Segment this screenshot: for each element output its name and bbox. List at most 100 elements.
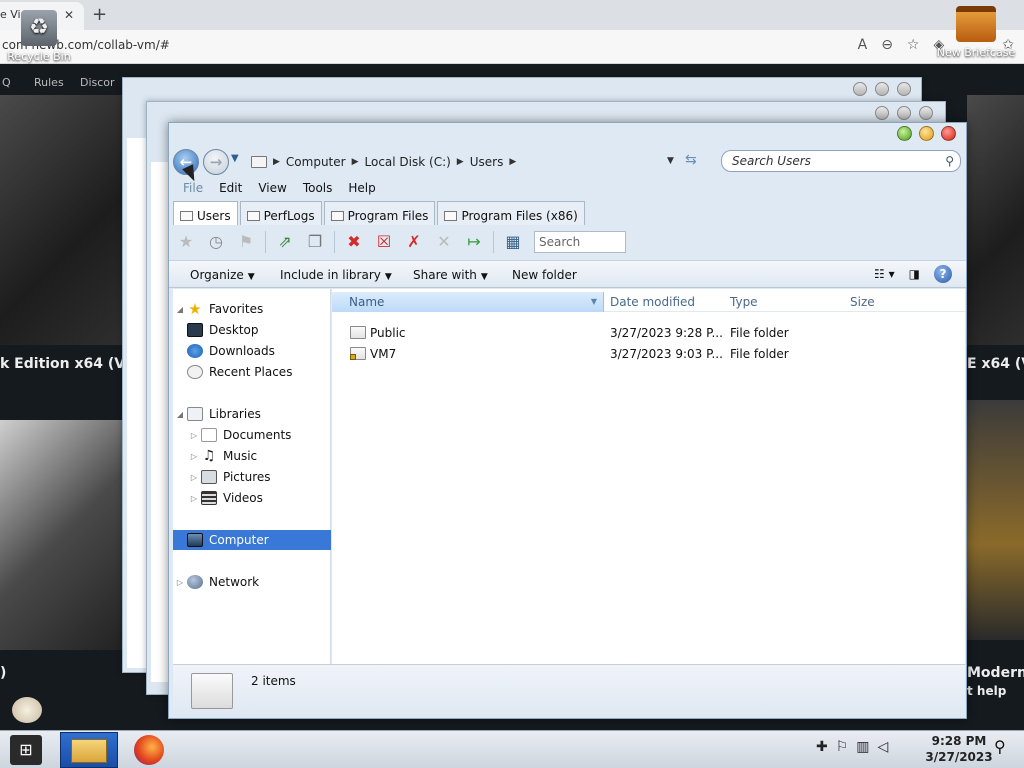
menu-help[interactable]: Help: [340, 179, 383, 199]
taskbar-explorer[interactable]: [60, 732, 118, 768]
disabled-action-icon[interactable]: ✕: [431, 230, 457, 254]
nav-libraries[interactable]: ◢ Libraries: [173, 404, 331, 424]
delete-file-icon[interactable]: ☒: [371, 230, 397, 254]
menu-view[interactable]: View: [250, 179, 294, 199]
breadcrumb[interactable]: ▶ Computer ▶ Local Disk (C:) ▶ Users ▶: [251, 151, 711, 173]
breadcrumb-computer[interactable]: Computer: [286, 155, 346, 169]
collapse-icon[interactable]: ▷: [187, 473, 201, 482]
vm-title[interactable]: Modern C: [967, 665, 1024, 681]
include-in-library-button[interactable]: Include in library ▼: [280, 268, 392, 282]
preview-pane-icon[interactable]: ◨: [909, 267, 920, 281]
maximize-icon[interactable]: [875, 82, 889, 96]
search-icon[interactable]: ⚲: [994, 737, 1006, 756]
expand-icon[interactable]: ◢: [173, 305, 187, 314]
close-icon[interactable]: [897, 82, 911, 96]
nav-recent-places[interactable]: Recent Places: [173, 362, 331, 382]
file-row-vm7[interactable]: VM7 3/27/2023 9:03 P... File folder: [332, 344, 965, 364]
collapse-icon[interactable]: ▷: [187, 452, 201, 461]
read-aloud-icon[interactable]: A: [858, 37, 868, 53]
new-briefcase[interactable]: New Briefcase: [934, 6, 1018, 59]
favorite-star-icon[interactable]: ★: [173, 230, 199, 254]
zoom-icon[interactable]: ⊖: [881, 37, 893, 53]
tab-users[interactable]: Users: [173, 201, 238, 225]
nav-computer[interactable]: Computer: [173, 530, 331, 550]
volume-muted-icon[interactable]: ◁: [878, 739, 889, 755]
collapse-icon[interactable]: ▷: [187, 431, 201, 440]
nav-documents[interactable]: ▷ Documents: [173, 425, 331, 445]
vm-thumbnail[interactable]: [967, 95, 1024, 345]
bookmark-icon[interactable]: ⚑: [233, 230, 259, 254]
menu-tools[interactable]: Tools: [295, 179, 341, 199]
nav-desktop[interactable]: Desktop: [173, 320, 331, 340]
search-input[interactable]: Search Users ⚲: [721, 150, 961, 172]
firefox-icon[interactable]: [134, 735, 164, 765]
start-button[interactable]: ⊞: [10, 735, 42, 765]
recycle-bin[interactable]: ♻ Recycle Bin: [4, 10, 74, 63]
breadcrumb-users[interactable]: Users: [470, 155, 504, 169]
forward-button[interactable]: →: [203, 149, 229, 175]
toolbar-search-input[interactable]: Search: [534, 231, 626, 253]
column-name[interactable]: Name ▼: [332, 292, 604, 312]
breadcrumb-local-disk[interactable]: Local Disk (C:): [365, 155, 451, 169]
column-date-modified[interactable]: Date modified: [610, 292, 695, 312]
vm-thumbnail[interactable]: [967, 400, 1024, 640]
copy-icon[interactable]: ❐: [302, 230, 328, 254]
new-folder-button[interactable]: New folder: [512, 268, 577, 282]
move-out-icon[interactable]: ↦: [461, 230, 487, 254]
organize-button[interactable]: Organize ▼: [190, 268, 255, 282]
minimize-icon[interactable]: [853, 82, 867, 96]
network-tray-icon[interactable]: ▥: [856, 739, 869, 755]
nav-favorites[interactable]: ◢ ★ Favorites: [173, 299, 331, 319]
column-type[interactable]: Type: [730, 292, 758, 312]
delete-icon[interactable]: ✖: [341, 230, 367, 254]
maximize-button[interactable]: [919, 126, 934, 141]
address-dropdown[interactable]: ▼: [667, 156, 674, 166]
vm-title[interactable]: ): [0, 665, 6, 681]
minimize-button[interactable]: [897, 126, 912, 141]
tab-program-files[interactable]: Program Files: [323, 201, 436, 225]
close-button[interactable]: [941, 126, 956, 141]
expand-icon[interactable]: ◢: [173, 410, 187, 419]
address-row: ← → ▼ ▶ Computer ▶ Local Disk (C:) ▶ Use…: [169, 147, 966, 177]
nav-music[interactable]: ▷ ♫ Music: [173, 446, 331, 466]
nav-network[interactable]: ▷ Network: [173, 572, 331, 592]
site-nav-rules[interactable]: Rules: [34, 76, 64, 89]
layout-icon[interactable]: ▦: [500, 230, 526, 254]
new-tab-button[interactable]: +: [92, 4, 107, 25]
vm-thumbnail[interactable]: [0, 95, 122, 345]
share-with-button[interactable]: Share with ▼: [413, 268, 488, 282]
change-view-icon[interactable]: ☷ ▾: [874, 267, 895, 281]
site-nav-faq[interactable]: Q: [2, 76, 11, 89]
nav-videos[interactable]: ▷ Videos: [173, 488, 331, 508]
history-icon[interactable]: ◷: [203, 230, 229, 254]
tab-program-files-x86[interactable]: Program Files (x86): [437, 201, 585, 225]
maximize-icon[interactable]: [897, 106, 911, 120]
show-hidden-icons-icon[interactable]: ✚: [816, 739, 828, 755]
file-row-public[interactable]: Public 3/27/2023 9:28 P... File folder: [332, 323, 965, 343]
menu-edit[interactable]: Edit: [211, 179, 250, 199]
action-center-flag-icon[interactable]: ⚐: [836, 739, 849, 755]
site-nav-discord[interactable]: Discor: [80, 76, 115, 89]
system-clock[interactable]: 9:28 PM 3/27/2023: [922, 733, 996, 765]
minimize-icon[interactable]: [875, 106, 889, 120]
recycle-bin-label: Recycle Bin: [7, 50, 71, 63]
column-size[interactable]: Size: [850, 292, 875, 312]
column-headers: Name ▼ Date modified Type Size: [332, 292, 965, 312]
move-icon[interactable]: ⇗: [272, 230, 298, 254]
favorite-icon[interactable]: ☆: [907, 37, 920, 53]
help-icon[interactable]: ?: [934, 265, 952, 283]
menu-file[interactable]: File: [175, 179, 211, 199]
nav-pictures[interactable]: ▷ Pictures: [173, 467, 331, 487]
nav-downloads[interactable]: Downloads: [173, 341, 331, 361]
recent-pages-dropdown[interactable]: ▼: [231, 153, 239, 164]
vm-title[interactable]: E x64 (VM: [967, 356, 1024, 372]
search-icon[interactable]: ⚲: [945, 154, 954, 168]
tab-perflogs[interactable]: PerfLogs: [239, 201, 322, 225]
vm-thumbnail[interactable]: [0, 420, 122, 650]
vm-title[interactable]: k Edition x64 (VM: [0, 356, 139, 372]
delete-all-icon[interactable]: ✗: [401, 230, 427, 254]
collapse-icon[interactable]: ▷: [187, 494, 201, 503]
close-icon[interactable]: [919, 106, 933, 120]
refresh-icon[interactable]: ⇆: [685, 152, 697, 168]
collapse-icon[interactable]: ▷: [173, 578, 187, 587]
